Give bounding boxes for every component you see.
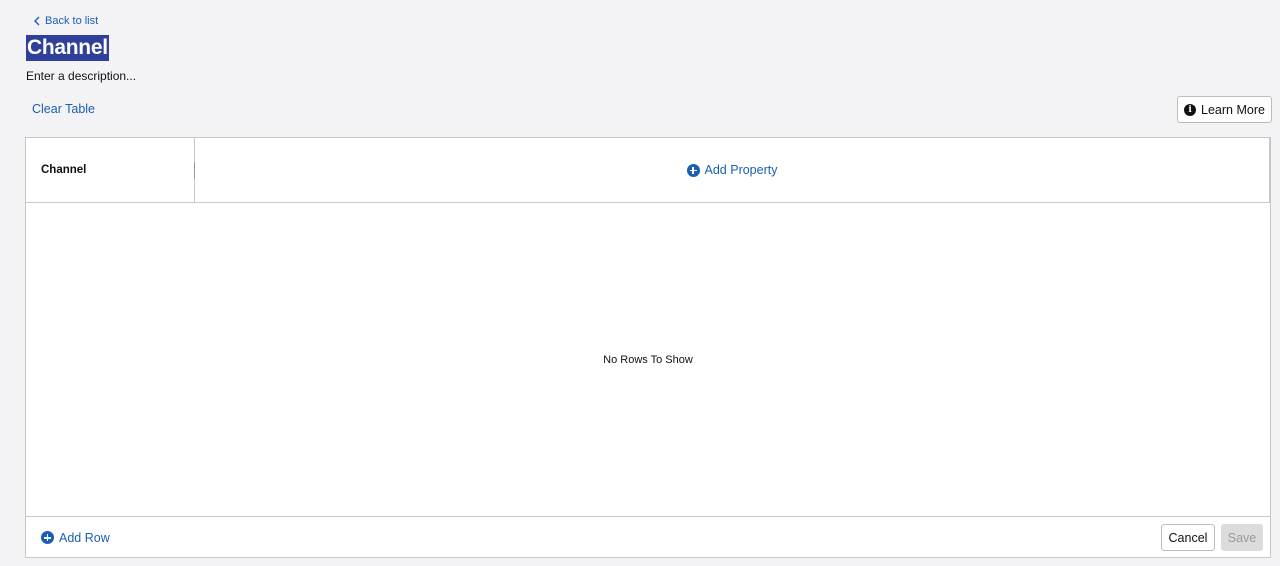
table-empty-state: No Rows To Show [26,203,1270,517]
add-property-label: Add Property [704,163,778,177]
clear-table-button[interactable]: Clear Table [32,102,95,116]
page-title[interactable]: Channel [26,35,109,61]
back-to-list-link[interactable]: Back to list [33,15,98,27]
add-row-button[interactable]: Add Row [41,531,110,545]
description-field[interactable]: Enter a description... [26,69,136,83]
add-property-button[interactable]: Add Property [195,138,1270,202]
learn-more-button[interactable]: i Learn More [1177,96,1272,123]
cancel-button[interactable]: Cancel [1161,524,1215,551]
footer-actions: Cancel Save [1161,524,1263,551]
learn-more-label: Learn More [1201,102,1265,117]
info-icon: i [1184,103,1197,116]
chevron-left-icon [34,16,40,26]
plus-circle-icon [41,531,54,544]
column-header-label: Channel [41,164,87,176]
plus-circle-icon [686,163,700,177]
table-footer: Add Row Cancel Save [26,517,1270,558]
column-resize-handle[interactable] [194,162,195,178]
back-to-list-label: Back to list [45,15,99,27]
column-header-channel[interactable]: Channel [26,138,195,202]
add-row-label: Add Row [59,530,110,545]
save-button[interactable]: Save [1221,524,1263,551]
empty-message: No Rows To Show [603,353,693,366]
table-header-row: Channel Add Property [26,138,1270,203]
data-table: Channel Add Property No Rows To Show Add… [25,137,1271,558]
